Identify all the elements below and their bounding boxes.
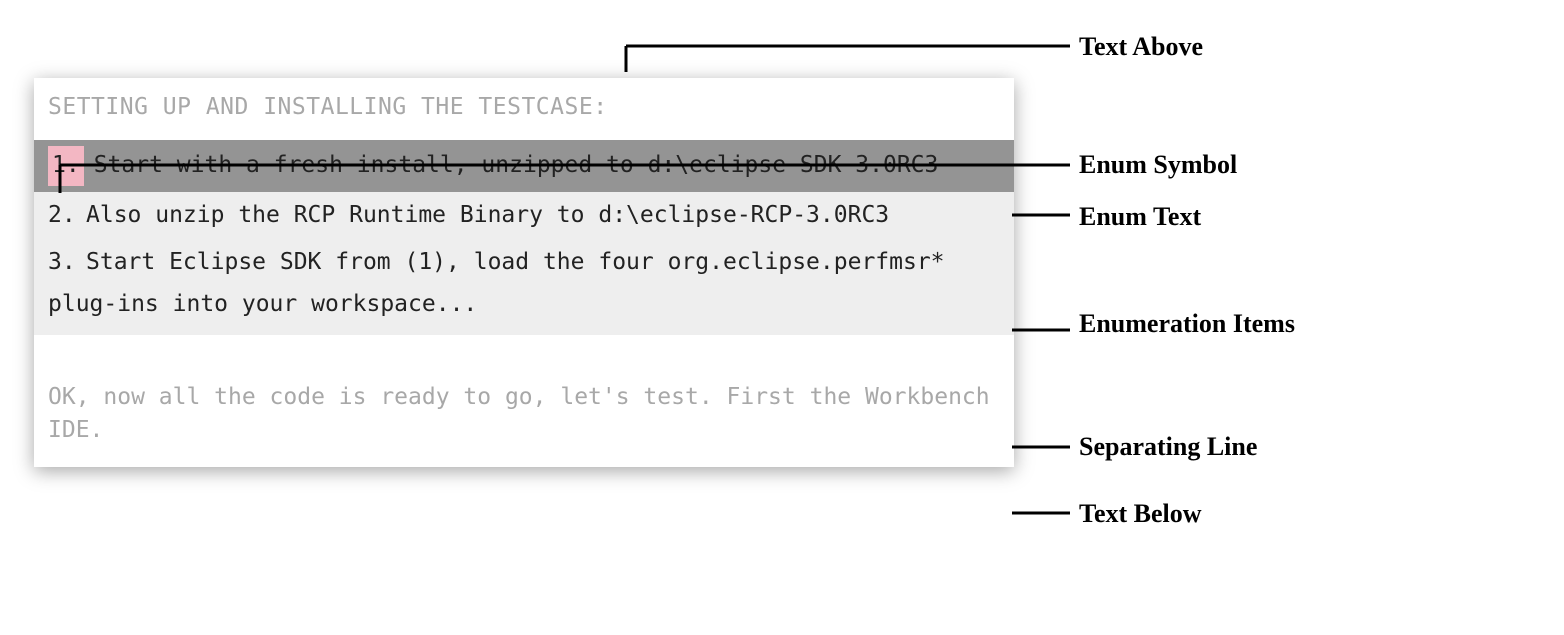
panel-inner: SETTING UP AND INSTALLING THE TESTCASE: … — [34, 78, 1014, 467]
enum-item-1: 1. Start with a fresh install, unzipped … — [34, 140, 1014, 192]
enum-symbol: 2. — [48, 198, 86, 234]
label-text-below: Text Below — [1079, 499, 1202, 529]
enum-item-3-wrap: plug-ins into your workspace... — [34, 287, 1014, 335]
enum-symbol: 1. — [48, 146, 84, 186]
enum-text: Also unzip the RCP Runtime Binary to d:\… — [86, 198, 1000, 234]
label-enum-symbol: Enum Symbol — [1079, 150, 1237, 180]
text-above: SETTING UP AND INSTALLING THE TESTCASE: — [34, 90, 1014, 140]
example-panel: SETTING UP AND INSTALLING THE TESTCASE: … — [34, 78, 1014, 467]
enum-item-2: 2. Also unzip the RCP Runtime Binary to … — [34, 192, 1014, 240]
enum-text: Start with a fresh install, unzipped to … — [94, 148, 1000, 184]
separating-line — [34, 335, 1014, 381]
label-sep-line: Separating Line — [1079, 432, 1257, 462]
enumeration-items: 1. Start with a fresh install, unzipped … — [34, 140, 1014, 335]
enum-symbol: 3. — [48, 245, 86, 281]
label-enum-text: Enum Text — [1079, 202, 1201, 232]
label-text-above: Text Above — [1079, 32, 1203, 62]
text-below: OK, now all the code is ready to go, let… — [34, 381, 1014, 454]
enum-item-3: 3. Start Eclipse SDK from (1), load the … — [34, 239, 1014, 287]
enum-text: Start Eclipse SDK from (1), load the fou… — [86, 245, 1000, 281]
label-enum-items: Enumeration Items — [1079, 308, 1295, 339]
